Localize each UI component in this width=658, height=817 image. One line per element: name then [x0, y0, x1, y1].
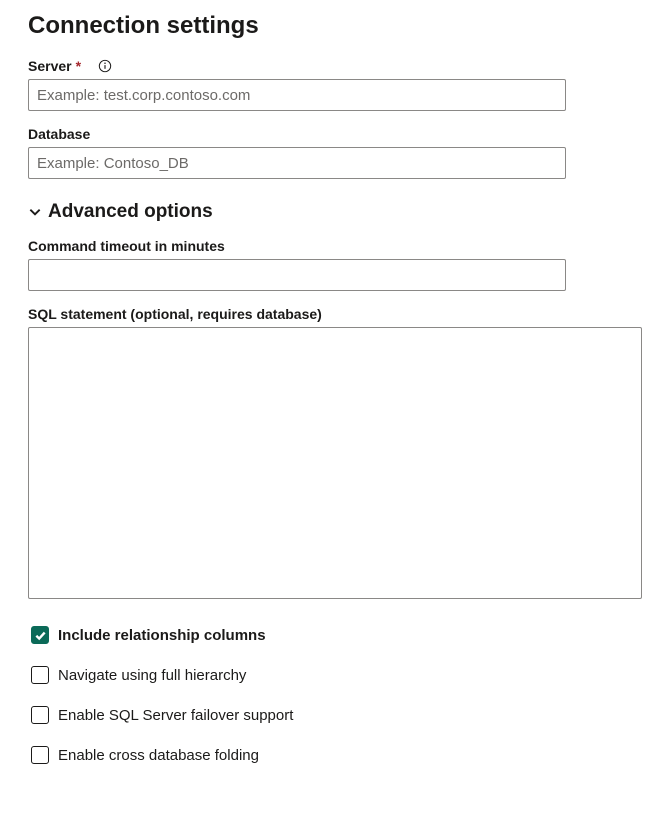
advanced-options-toggle[interactable]: Advanced options — [28, 201, 630, 223]
sql-label-text: SQL statement (optional, requires databa… — [28, 306, 322, 322]
database-label: Database — [28, 126, 630, 142]
checkbox-label: Enable cross database folding — [58, 747, 259, 764]
required-indicator: * — [76, 58, 81, 74]
database-field-group: Database — [28, 126, 630, 179]
page-title: Connection settings — [28, 12, 630, 40]
advanced-checkbox-group: Include relationship columns Navigate us… — [28, 626, 630, 764]
checkbox-icon — [31, 746, 49, 764]
timeout-label: Command timeout in minutes — [28, 238, 630, 254]
server-label: Server * — [28, 58, 630, 74]
database-label-text: Database — [28, 126, 90, 142]
database-input[interactable] — [28, 147, 566, 179]
server-field-group: Server * — [28, 58, 630, 111]
timeout-field-group: Command timeout in minutes — [28, 238, 630, 291]
check-include-relationship-columns[interactable]: Include relationship columns — [31, 626, 630, 644]
check-navigate-full-hierarchy[interactable]: Navigate using full hierarchy — [31, 666, 630, 684]
advanced-options-title: Advanced options — [48, 201, 213, 223]
check-cross-db-folding[interactable]: Enable cross database folding — [31, 746, 630, 764]
checkbox-icon — [31, 706, 49, 724]
checkbox-label: Enable SQL Server failover support — [58, 707, 293, 724]
chevron-down-icon — [28, 205, 42, 219]
timeout-input[interactable] — [28, 259, 566, 291]
checkbox-icon — [31, 666, 49, 684]
server-input[interactable] — [28, 79, 566, 111]
sql-label: SQL statement (optional, requires databa… — [28, 306, 630, 322]
info-icon[interactable] — [97, 58, 113, 74]
check-failover-support[interactable]: Enable SQL Server failover support — [31, 706, 630, 724]
timeout-label-text: Command timeout in minutes — [28, 238, 225, 254]
checkbox-icon — [31, 626, 49, 644]
sql-statement-input[interactable] — [28, 327, 642, 599]
sql-field-group: SQL statement (optional, requires databa… — [28, 306, 630, 604]
server-label-text: Server — [28, 58, 72, 74]
checkbox-label: Include relationship columns — [58, 627, 266, 644]
checkbox-label: Navigate using full hierarchy — [58, 667, 246, 684]
